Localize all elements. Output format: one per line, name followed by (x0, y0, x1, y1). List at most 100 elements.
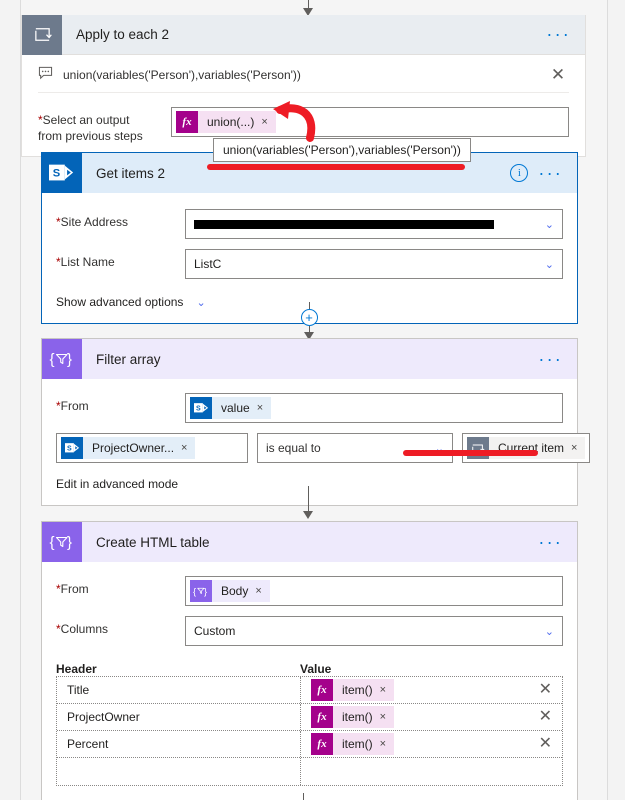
html-columns-select[interactable]: Custom ⌄ (185, 616, 563, 646)
chevron-down-icon[interactable]: ⌄ (539, 258, 554, 271)
value-cell[interactable]: fx item() × (301, 704, 562, 730)
value-token-remove-icon[interactable]: × (257, 402, 263, 414)
site-address-row: *Site Address ⌄ (56, 209, 563, 239)
condition-operator-select[interactable]: is equal to ⌄ (257, 433, 453, 463)
union-token-remove-icon[interactable]: × (261, 116, 267, 128)
item-token-remove-icon[interactable]: × (380, 684, 386, 696)
fx-icon: fx (311, 733, 333, 755)
delete-row-icon[interactable]: ✕ (539, 682, 552, 698)
site-address-select[interactable]: ⌄ (185, 209, 563, 239)
table-row: ProjectOwner fx item() × ✕ (57, 704, 562, 731)
value-cell[interactable] (301, 758, 562, 785)
html-from-row: *From { } Body × (56, 576, 563, 606)
create-html-table-body: *From { } Body × *Columns Custom ⌄ Heade… (42, 562, 577, 800)
svg-text:}: } (67, 351, 72, 368)
item-token-label: item() (342, 710, 373, 724)
item-token[interactable]: fx item() × (311, 706, 395, 728)
condition-left-input[interactable]: S ProjectOwner... × (56, 433, 248, 463)
table-row: Percent fx item() × ✕ (57, 731, 562, 758)
filter-from-row: *From S value × (56, 393, 563, 423)
apply-to-each-menu-button[interactable]: ··· (546, 25, 585, 43)
chevron-down-icon: ⌄ (196, 296, 206, 309)
union-token-label: union(...) (207, 115, 255, 129)
filter-array-title: Filter array (96, 351, 161, 367)
create-html-table-title: Create HTML table (96, 534, 210, 550)
html-from-label-text: From (60, 582, 89, 596)
sharepoint-icon: S (190, 397, 212, 419)
svg-text:{: { (193, 586, 196, 596)
create-html-table-card[interactable]: { } Create HTML table ··· *From {} Body… (41, 521, 578, 800)
comment-close-icon[interactable]: ✕ (547, 66, 569, 83)
value-cell[interactable]: fx item() × (301, 677, 562, 703)
union-token[interactable]: fx union(...) × (176, 111, 276, 133)
table-row (57, 758, 562, 785)
filter-from-input[interactable]: S value × (185, 393, 563, 423)
connector-add-step[interactable]: + (300, 302, 318, 340)
header-cell[interactable]: Percent (57, 731, 301, 757)
filter-array-icon: { } (42, 339, 82, 379)
item-token-remove-icon[interactable]: × (380, 738, 386, 750)
create-html-table-menu-button[interactable]: ··· (538, 533, 577, 551)
condition-right-input[interactable]: Current item × (462, 433, 591, 463)
value-token-body: value × (212, 397, 272, 419)
list-name-select[interactable]: ListC ⌄ (185, 249, 563, 279)
projectowner-token[interactable]: S ProjectOwner... × (61, 437, 196, 459)
item-token-remove-icon[interactable]: × (380, 711, 386, 723)
filter-array-card[interactable]: { } Filter array ··· *From S value × S P… (41, 338, 591, 506)
body-token-body: Body × (212, 580, 270, 602)
connector-bottom (303, 793, 304, 800)
info-icon[interactable]: i (510, 164, 529, 182)
filter-array-header[interactable]: { } Filter array ··· (42, 339, 577, 379)
select-output-input[interactable]: fx union(...) × (171, 107, 569, 137)
svg-text:S: S (67, 446, 72, 453)
sharepoint-icon: S (42, 153, 82, 193)
list-name-row: *List Name ListC ⌄ (56, 249, 563, 279)
html-from-input[interactable]: { } Body × (185, 576, 563, 606)
header-cell[interactable]: Title (57, 677, 301, 703)
value-token[interactable]: S value × (190, 397, 272, 419)
header-cell[interactable] (57, 758, 301, 785)
site-address-label: *Site Address (56, 209, 185, 230)
canvas-right-gutter (607, 0, 625, 800)
value-cell[interactable]: fx item() × (301, 731, 562, 757)
fx-icon: fx (176, 111, 198, 133)
html-columns-row: *Columns Custom ⌄ (56, 616, 563, 646)
select-output-label-line2: from previous steps (38, 129, 143, 143)
body-token-remove-icon[interactable]: × (255, 585, 261, 597)
comment-row: union(variables('Person'),variables('Per… (38, 59, 569, 93)
apply-to-each-header[interactable]: Apply to each 2 ··· (22, 14, 585, 55)
svg-text:S: S (53, 168, 60, 180)
body-token-label: Body (221, 584, 249, 598)
svg-text:}: } (204, 586, 207, 596)
chevron-down-icon[interactable]: ⌄ (539, 218, 554, 231)
data-operation-icon: { } (42, 522, 82, 562)
add-step-button[interactable]: + (300, 309, 318, 326)
body-token[interactable]: { } Body × (190, 580, 270, 602)
get-items-card[interactable]: S Get items 2 i ··· *Site Address ⌄ *Lis… (41, 152, 578, 324)
html-columns-label: *Columns (56, 616, 185, 637)
delete-row-icon[interactable]: ✕ (539, 736, 552, 752)
html-from-label: *From (56, 576, 185, 597)
site-address-label-text: Site Address (60, 215, 129, 229)
item-token[interactable]: fx item() × (311, 733, 395, 755)
flow-designer-canvas: Apply to each 2 ··· union(variables('Per… (0, 0, 625, 800)
delete-row-icon[interactable]: ✕ (539, 709, 552, 725)
projectowner-token-label: ProjectOwner... (92, 441, 175, 455)
connector-to-html-table (303, 486, 313, 519)
fx-icon: fx (311, 679, 333, 701)
filter-array-menu-button[interactable]: ··· (538, 350, 577, 368)
fx-icon: fx (311, 706, 333, 728)
projectowner-token-remove-icon[interactable]: × (181, 442, 187, 454)
header-value-column-titles: Header Value (56, 662, 563, 676)
chevron-down-icon[interactable]: ⌄ (539, 625, 554, 638)
item-token[interactable]: fx item() × (311, 679, 395, 701)
create-html-table-header[interactable]: { } Create HTML table ··· (42, 522, 577, 562)
svg-text:{: { (50, 351, 55, 368)
header-cell[interactable]: ProjectOwner (57, 704, 301, 730)
apply-to-each-title: Apply to each 2 (76, 27, 170, 42)
annotation-underline-2 (403, 450, 538, 456)
get-items-menu-button[interactable]: ··· (538, 164, 577, 182)
comment-icon (38, 66, 53, 83)
annotation-underline-1 (207, 164, 465, 170)
current-item-token-remove-icon[interactable]: × (571, 442, 577, 454)
